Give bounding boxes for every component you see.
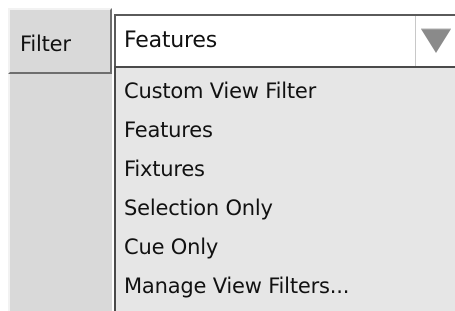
combo-dropdown-button[interactable] xyxy=(415,16,455,66)
dropdown-item-selection-only[interactable]: Selection Only xyxy=(124,189,444,227)
filter-dialog: Filter Features Custom View Filter Featu… xyxy=(0,0,455,311)
triangle-down-icon xyxy=(421,28,451,53)
dropdown-item-manage-view-filters[interactable]: Manage View Filters... xyxy=(124,267,444,305)
combo-selected-value: Features xyxy=(124,28,217,53)
dropdown-item-custom-view-filter[interactable]: Custom View Filter xyxy=(124,72,444,110)
filter-label: Filter xyxy=(20,32,71,56)
filter-dropdown-list: Custom View Filter Features Fixtures Sel… xyxy=(114,66,455,311)
dropdown-item-cue-only[interactable]: Cue Only xyxy=(124,228,444,266)
dropdown-item-fixtures[interactable]: Fixtures xyxy=(124,150,444,188)
background-panel xyxy=(8,74,116,311)
filter-combo-box[interactable]: Features xyxy=(114,14,455,68)
filter-label-panel: Filter xyxy=(8,8,112,74)
dropdown-item-features[interactable]: Features xyxy=(124,111,444,149)
